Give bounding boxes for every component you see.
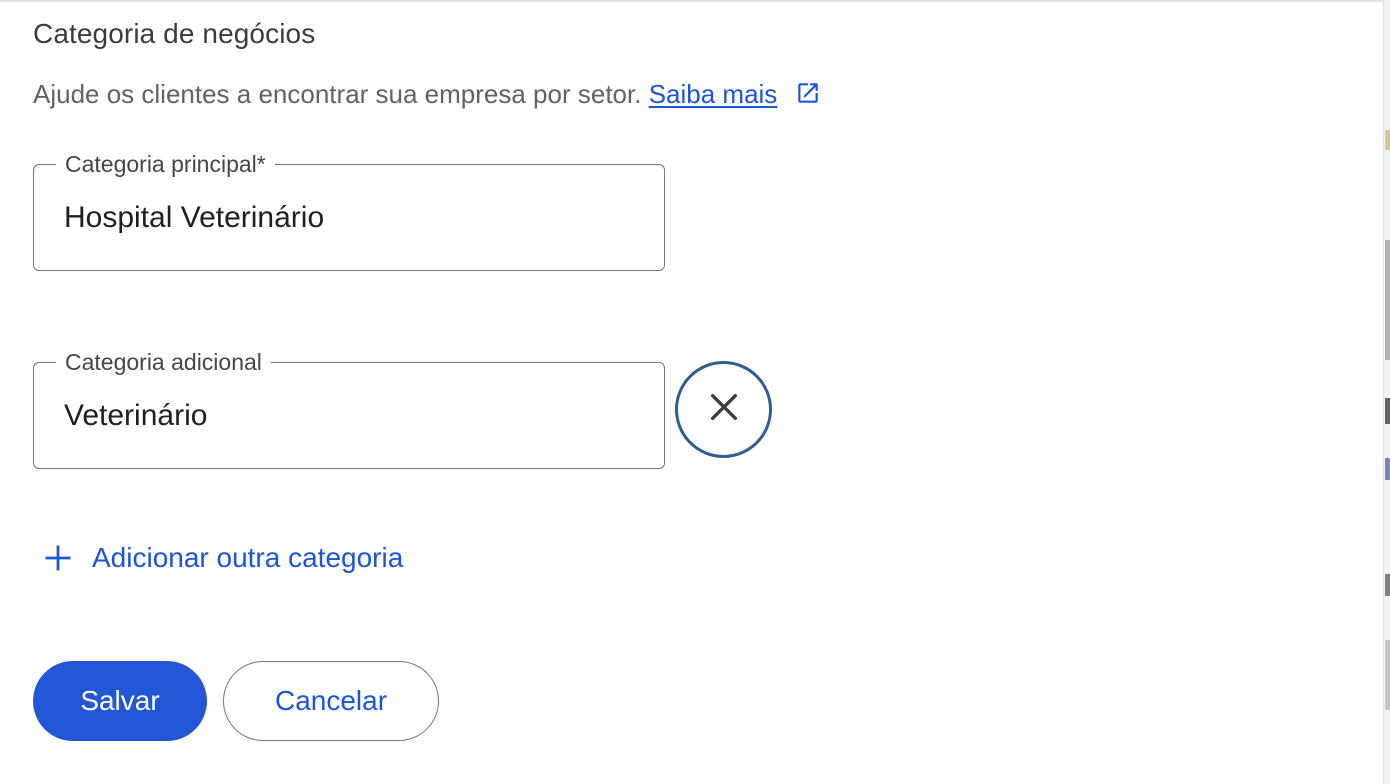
plus-icon — [40, 540, 76, 576]
add-category-button[interactable]: Adicionar outra categoria — [40, 540, 403, 576]
primary-category-value[interactable]: Hospital Veterinário — [64, 201, 324, 235]
business-category-editor: Categoria de negócios Ajude os clientes … — [0, 0, 1390, 784]
save-button[interactable]: Salvar — [33, 661, 207, 741]
add-category-label: Adicionar outra categoria — [92, 542, 404, 573]
primary-category-label: Categoria principal* — [56, 151, 275, 178]
additional-category-field[interactable]: Categoria adicional Veterinário — [33, 349, 665, 469]
top-shadow — [0, 0, 1383, 3]
additional-category-value[interactable]: Veterinário — [64, 399, 207, 433]
learn-more-link[interactable]: Saiba mais — [649, 79, 778, 109]
background-edge — [1383, 0, 1390, 784]
primary-category-field[interactable]: Categoria principal* Hospital Veterinári… — [33, 151, 665, 271]
cancel-button[interactable]: Cancelar — [223, 661, 439, 741]
open-in-new-icon[interactable] — [795, 80, 821, 113]
section-title: Categoria de negócios — [33, 18, 316, 49]
section-description: Ajude os clientes a encontrar sua empres… — [33, 79, 821, 113]
remove-additional-category-button[interactable] — [675, 361, 772, 458]
close-icon — [707, 390, 741, 429]
description-text: Ajude os clientes a encontrar sua empres… — [33, 79, 642, 109]
additional-category-label: Categoria adicional — [56, 349, 271, 376]
